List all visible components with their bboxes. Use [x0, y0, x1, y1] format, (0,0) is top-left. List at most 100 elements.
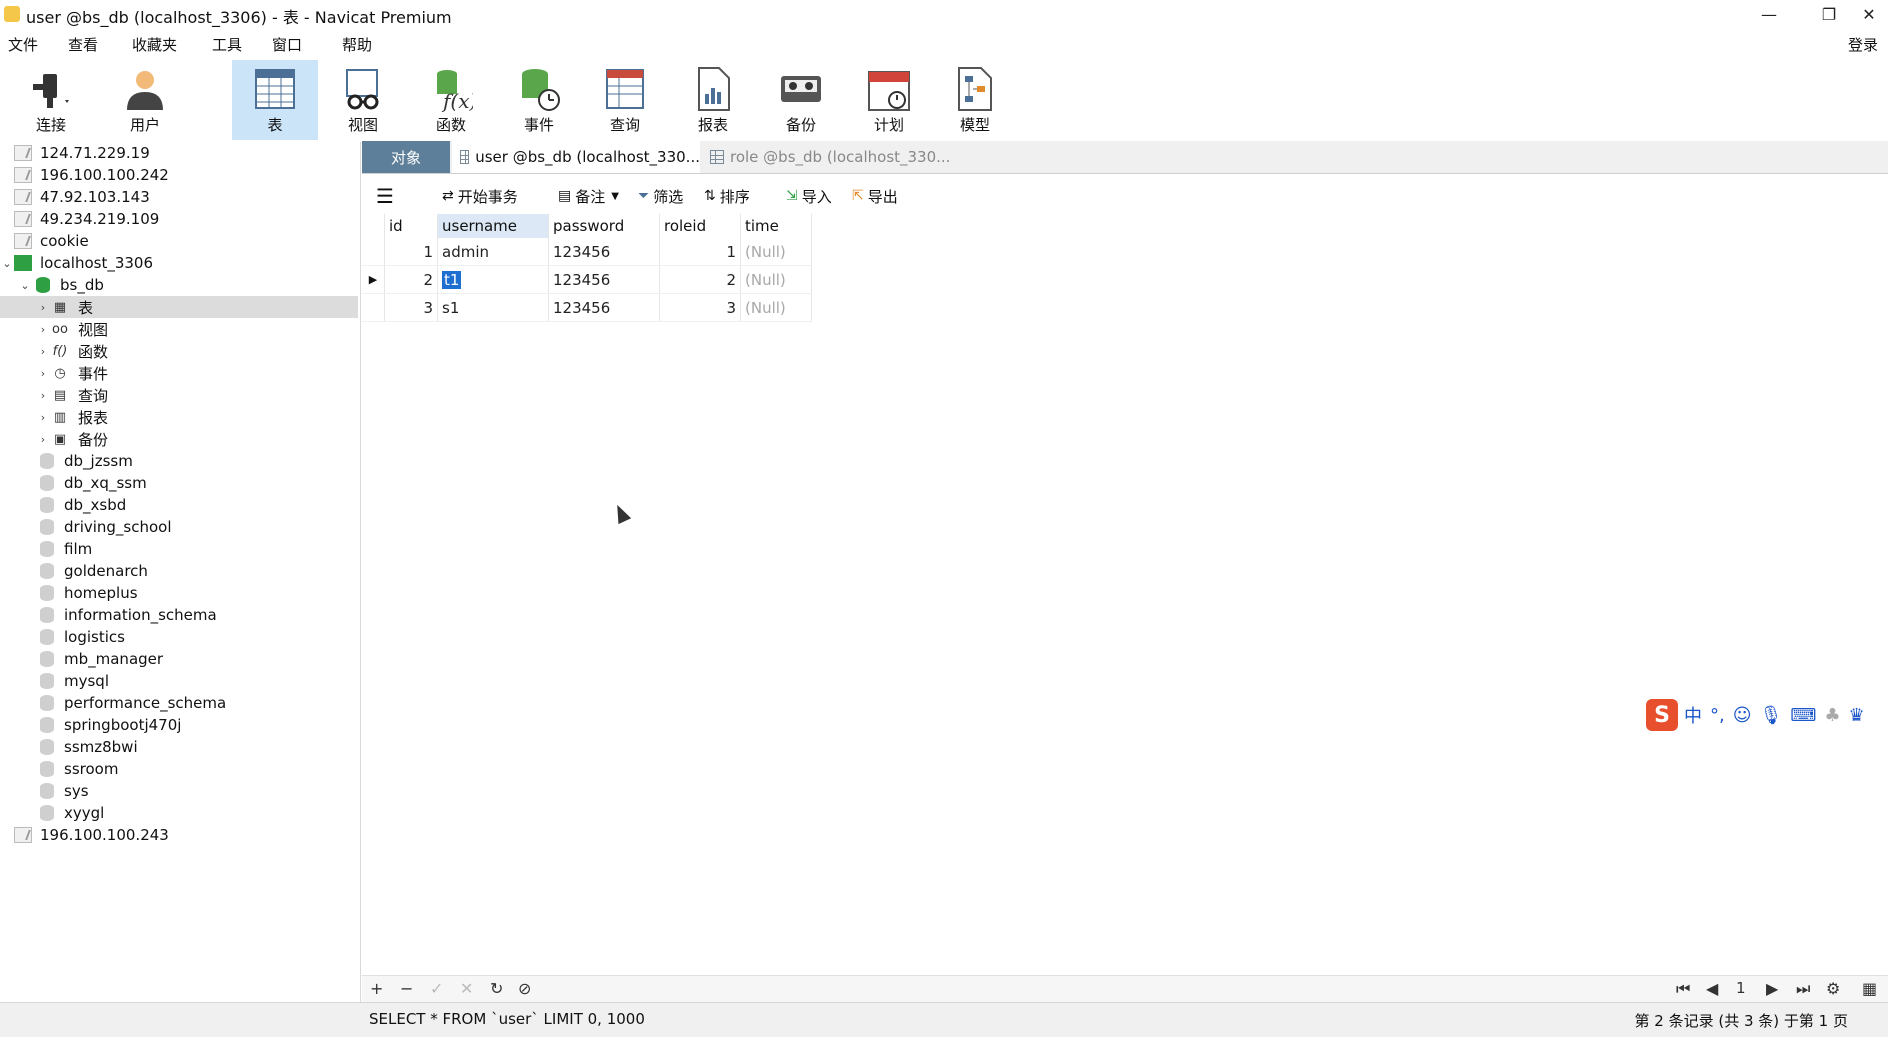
last-page-icon[interactable]: ⏭	[1796, 979, 1810, 999]
tool-event[interactable]: 事件	[496, 60, 582, 140]
tree-database[interactable]: ssmz8bwi	[0, 736, 358, 758]
tree-connection[interactable]: 49.234.219.109	[0, 208, 358, 230]
tool-user[interactable]: 用户	[102, 60, 188, 140]
tree-connection[interactable]: 196.100.100.242	[0, 164, 358, 186]
cell-roleid[interactable]: 2	[659, 265, 741, 294]
tree-database[interactable]: db_xq_ssm	[0, 472, 358, 494]
tree-object-backups[interactable]: › ▣ 备份	[0, 428, 358, 450]
menu-hamburger-icon[interactable]: ☰	[376, 184, 394, 208]
tree-database[interactable]: xyygl	[0, 802, 358, 824]
tool-table[interactable]: 表	[232, 60, 318, 140]
column-header-username[interactable]: username	[437, 214, 549, 238]
menu-window[interactable]: 窗口	[272, 34, 302, 55]
apply-changes-icon[interactable]: ✓	[430, 979, 443, 998]
microphone-icon[interactable]: 🎙︎	[1760, 705, 1783, 726]
first-page-icon[interactable]: ⏮	[1676, 979, 1690, 999]
cell-time[interactable]: (Null)	[740, 265, 812, 294]
tree-connection[interactable]: 124.71.229.19	[0, 142, 358, 164]
tree-database[interactable]: driving_school	[0, 516, 358, 538]
cell-roleid[interactable]: 1	[659, 238, 741, 266]
tool-connect[interactable]: 连接	[8, 60, 94, 140]
page-number[interactable]: 1	[1736, 979, 1746, 997]
export-button[interactable]: ⇱ 导出	[852, 184, 898, 208]
cell-username-editing[interactable]: t1	[437, 265, 549, 294]
minimize-button[interactable]: —	[1746, 0, 1792, 28]
column-header-id[interactable]: id	[384, 214, 438, 238]
restore-button[interactable]: ❐	[1806, 0, 1852, 28]
tool-view[interactable]: 视图	[320, 60, 406, 140]
cell-username[interactable]: admin	[437, 238, 549, 266]
sogou-logo-icon[interactable]: S	[1646, 699, 1678, 731]
tool-report[interactable]: 报表	[670, 60, 756, 140]
tool-backup[interactable]: 备份	[758, 60, 844, 140]
memo-button[interactable]: ▤ 备注 ▼	[558, 184, 619, 208]
cell-roleid[interactable]: 3	[659, 293, 741, 322]
discard-changes-icon[interactable]: ✕	[460, 979, 473, 998]
close-button[interactable]: ✕	[1850, 0, 1888, 28]
row-marker[interactable]	[362, 238, 385, 266]
import-button[interactable]: ⇲ 导入	[786, 184, 832, 208]
chevron-right-icon[interactable]: ›	[36, 433, 50, 446]
tree-database[interactable]: homeplus	[0, 582, 358, 604]
tree-database[interactable]: db_xsbd	[0, 494, 358, 516]
tool-model[interactable]: 模型	[932, 60, 1018, 140]
column-header-password[interactable]: password	[548, 214, 660, 238]
ime-mode-toggle[interactable]: 中	[1684, 702, 1702, 728]
tree-database[interactable]: ssroom	[0, 758, 358, 780]
cell-id[interactable]: 1	[384, 238, 438, 266]
chevron-right-icon[interactable]: ›	[36, 345, 50, 358]
tree-database[interactable]: sys	[0, 780, 358, 802]
refresh-icon[interactable]: ↻	[490, 979, 503, 998]
stop-icon[interactable]: ⊘	[518, 979, 531, 998]
begin-transaction-button[interactable]: ⇄ 开始事务	[442, 184, 518, 208]
add-record-icon[interactable]: +	[370, 979, 383, 998]
tab-user-table[interactable]: user @bs_db (localhost_330...	[452, 141, 700, 173]
menu-help[interactable]: 帮助	[342, 34, 372, 55]
tree-database[interactable]: goldenarch	[0, 560, 358, 582]
table-row-current[interactable]: ▶ 2 t1 123456 2 (Null)	[362, 265, 812, 294]
tree-connection[interactable]: 196.100.100.243	[0, 824, 358, 846]
tree-object-queries[interactable]: › ▤ 查询	[0, 384, 358, 406]
chevron-right-icon[interactable]: ›	[36, 301, 50, 314]
table-row[interactable]: 1 admin 123456 1 (Null)	[362, 238, 812, 266]
user-center-icon[interactable]: ♣	[1824, 705, 1840, 726]
tree-database[interactable]: db_jzssm	[0, 450, 358, 472]
cell-time[interactable]: (Null)	[740, 293, 812, 322]
tree-database[interactable]: springbootj470j	[0, 714, 358, 736]
skin-shirt-icon[interactable]: ♛	[1848, 705, 1864, 726]
menu-view[interactable]: 查看	[68, 34, 98, 55]
sort-button[interactable]: ⇅ 排序	[704, 184, 750, 208]
filter-button[interactable]: ⏷ 筛选	[638, 184, 683, 208]
tree-connection[interactable]: 47.92.103.143	[0, 186, 358, 208]
tree-database[interactable]: information_schema	[0, 604, 358, 626]
chevron-down-icon[interactable]: ⌄	[0, 257, 14, 270]
tree-database[interactable]: film	[0, 538, 358, 560]
cell-password[interactable]: 123456	[548, 293, 660, 322]
chevron-right-icon[interactable]: ›	[36, 389, 50, 402]
tree-object-tables[interactable]: › ▦ 表	[0, 296, 358, 318]
tool-schedule[interactable]: 计划	[846, 60, 932, 140]
settings-gear-icon[interactable]: ⚙	[1826, 979, 1840, 998]
chevron-right-icon[interactable]: ›	[36, 323, 50, 336]
row-marker[interactable]	[362, 293, 385, 322]
chevron-right-icon[interactable]: ›	[36, 411, 50, 424]
tree-object-views[interactable]: › oo 视图	[0, 318, 358, 340]
cell-username[interactable]: s1	[437, 293, 549, 322]
column-header-roleid[interactable]: roleid	[659, 214, 741, 238]
tree-connection[interactable]: cookie	[0, 230, 358, 252]
tree-database[interactable]: performance_schema	[0, 692, 358, 714]
emoji-icon[interactable]: ☺	[1733, 705, 1752, 726]
current-row-arrow-icon[interactable]: ▶	[362, 265, 385, 294]
tree-connection-localhost[interactable]: ⌄ localhost_3306	[0, 252, 358, 274]
keyboard-icon[interactable]: ⌨	[1790, 705, 1816, 726]
tab-role-table[interactable]: role @bs_db (localhost_330...	[702, 141, 1102, 173]
chevron-down-icon[interactable]: ⌄	[18, 279, 32, 292]
delete-record-icon[interactable]: −	[400, 979, 413, 998]
cell-password[interactable]: 123456	[548, 238, 660, 266]
punctuation-icon[interactable]: °,	[1710, 705, 1725, 726]
tool-function[interactable]: f(x) 函数	[408, 60, 494, 140]
tree-database[interactable]: mb_manager	[0, 648, 358, 670]
tree-database-bs-db[interactable]: ⌄ bs_db	[0, 274, 358, 296]
menu-favorites[interactable]: 收藏夹	[132, 34, 177, 55]
cell-id[interactable]: 3	[384, 293, 438, 322]
